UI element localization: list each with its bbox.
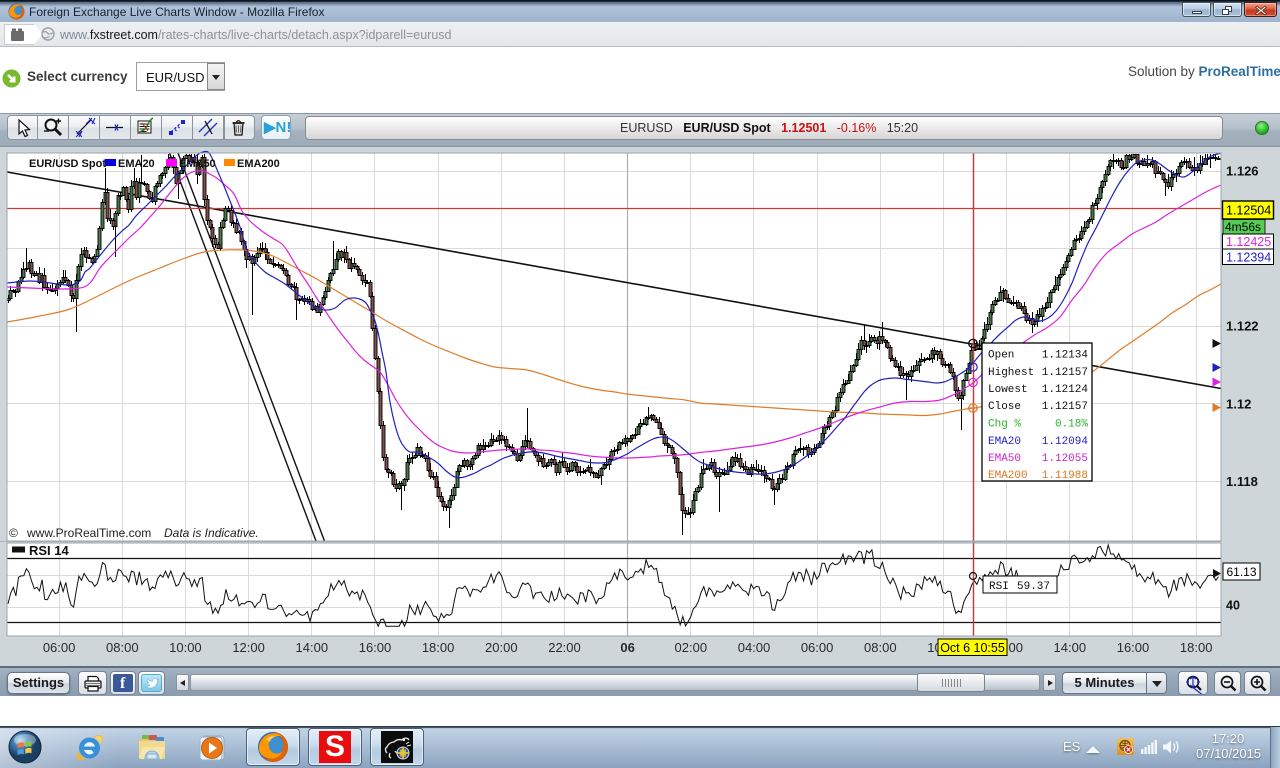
- svg-text:1.12: 1.12: [1226, 396, 1251, 411]
- svg-text:1.12134: 1.12134: [1042, 350, 1089, 362]
- svg-text:EMA20: EMA20: [118, 158, 155, 170]
- svg-text:22:00: 22:00: [548, 640, 581, 655]
- svg-text:16:00: 16:00: [1117, 640, 1150, 655]
- svg-text:EMA50: EMA50: [988, 453, 1021, 465]
- svg-text:1.12124: 1.12124: [1042, 384, 1089, 396]
- svg-text:1.12425: 1.12425: [1226, 235, 1271, 249]
- svg-text:14:00: 14:00: [1054, 640, 1087, 655]
- svg-text:EMA200: EMA200: [988, 470, 1028, 482]
- svg-text:1.12157: 1.12157: [1042, 367, 1088, 379]
- svg-text:06: 06: [620, 640, 634, 655]
- svg-text:EMA20: EMA20: [988, 436, 1021, 448]
- svg-text:Highest: Highest: [988, 367, 1034, 379]
- svg-text:EUR/USD Spot: EUR/USD Spot: [29, 158, 106, 170]
- svg-text:1.12394: 1.12394: [1226, 251, 1271, 265]
- svg-text:1.12504: 1.12504: [1226, 204, 1271, 218]
- svg-text:Oct 6 10:55: Oct 6 10:55: [940, 641, 1005, 655]
- svg-text:www.ProRealTime.com: www.ProRealTime.com: [26, 526, 151, 540]
- svg-text:1.11988: 1.11988: [1042, 470, 1088, 482]
- svg-text:59.37: 59.37: [1017, 581, 1050, 593]
- svg-text:0.18%: 0.18%: [1055, 419, 1088, 431]
- svg-text:1.12157: 1.12157: [1042, 401, 1088, 413]
- svg-text:04:00: 04:00: [738, 640, 771, 655]
- svg-text:08:00: 08:00: [106, 640, 139, 655]
- svg-text:Lowest: Lowest: [988, 384, 1028, 396]
- svg-text:Open: Open: [988, 350, 1014, 362]
- svg-text:02:00: 02:00: [675, 640, 708, 655]
- svg-text:20:00: 20:00: [485, 640, 518, 655]
- svg-text:EMA200: EMA200: [237, 158, 280, 170]
- svg-text:RSI: RSI: [989, 581, 1009, 593]
- svg-text:61.13: 61.13: [1227, 565, 1257, 579]
- svg-text:4m56s: 4m56s: [1225, 220, 1261, 234]
- svg-text:Data is Indicative.: Data is Indicative.: [164, 526, 259, 540]
- svg-text:10:00: 10:00: [169, 640, 202, 655]
- svg-text:1.126: 1.126: [1226, 164, 1259, 179]
- svg-text:1.122: 1.122: [1226, 319, 1259, 334]
- svg-text:16:00: 16:00: [359, 640, 392, 655]
- svg-text:Close: Close: [988, 401, 1021, 413]
- svg-text:1.12055: 1.12055: [1042, 453, 1088, 465]
- svg-text:14:00: 14:00: [296, 640, 329, 655]
- svg-text:06:00: 06:00: [43, 640, 76, 655]
- svg-text:Chg %: Chg %: [988, 419, 1021, 431]
- svg-text:©: ©: [9, 526, 18, 540]
- svg-text:12:00: 12:00: [232, 640, 265, 655]
- svg-text:18:00: 18:00: [1180, 640, 1213, 655]
- svg-text:EMA50: EMA50: [179, 158, 216, 170]
- svg-text:1.12094: 1.12094: [1042, 436, 1089, 448]
- svg-text:06:00: 06:00: [801, 640, 834, 655]
- svg-text:18:00: 18:00: [422, 640, 455, 655]
- svg-text:08:00: 08:00: [864, 640, 897, 655]
- svg-text:1.118: 1.118: [1226, 474, 1258, 489]
- svg-text:40: 40: [1226, 599, 1240, 613]
- svg-text:RSI 14: RSI 14: [29, 543, 70, 558]
